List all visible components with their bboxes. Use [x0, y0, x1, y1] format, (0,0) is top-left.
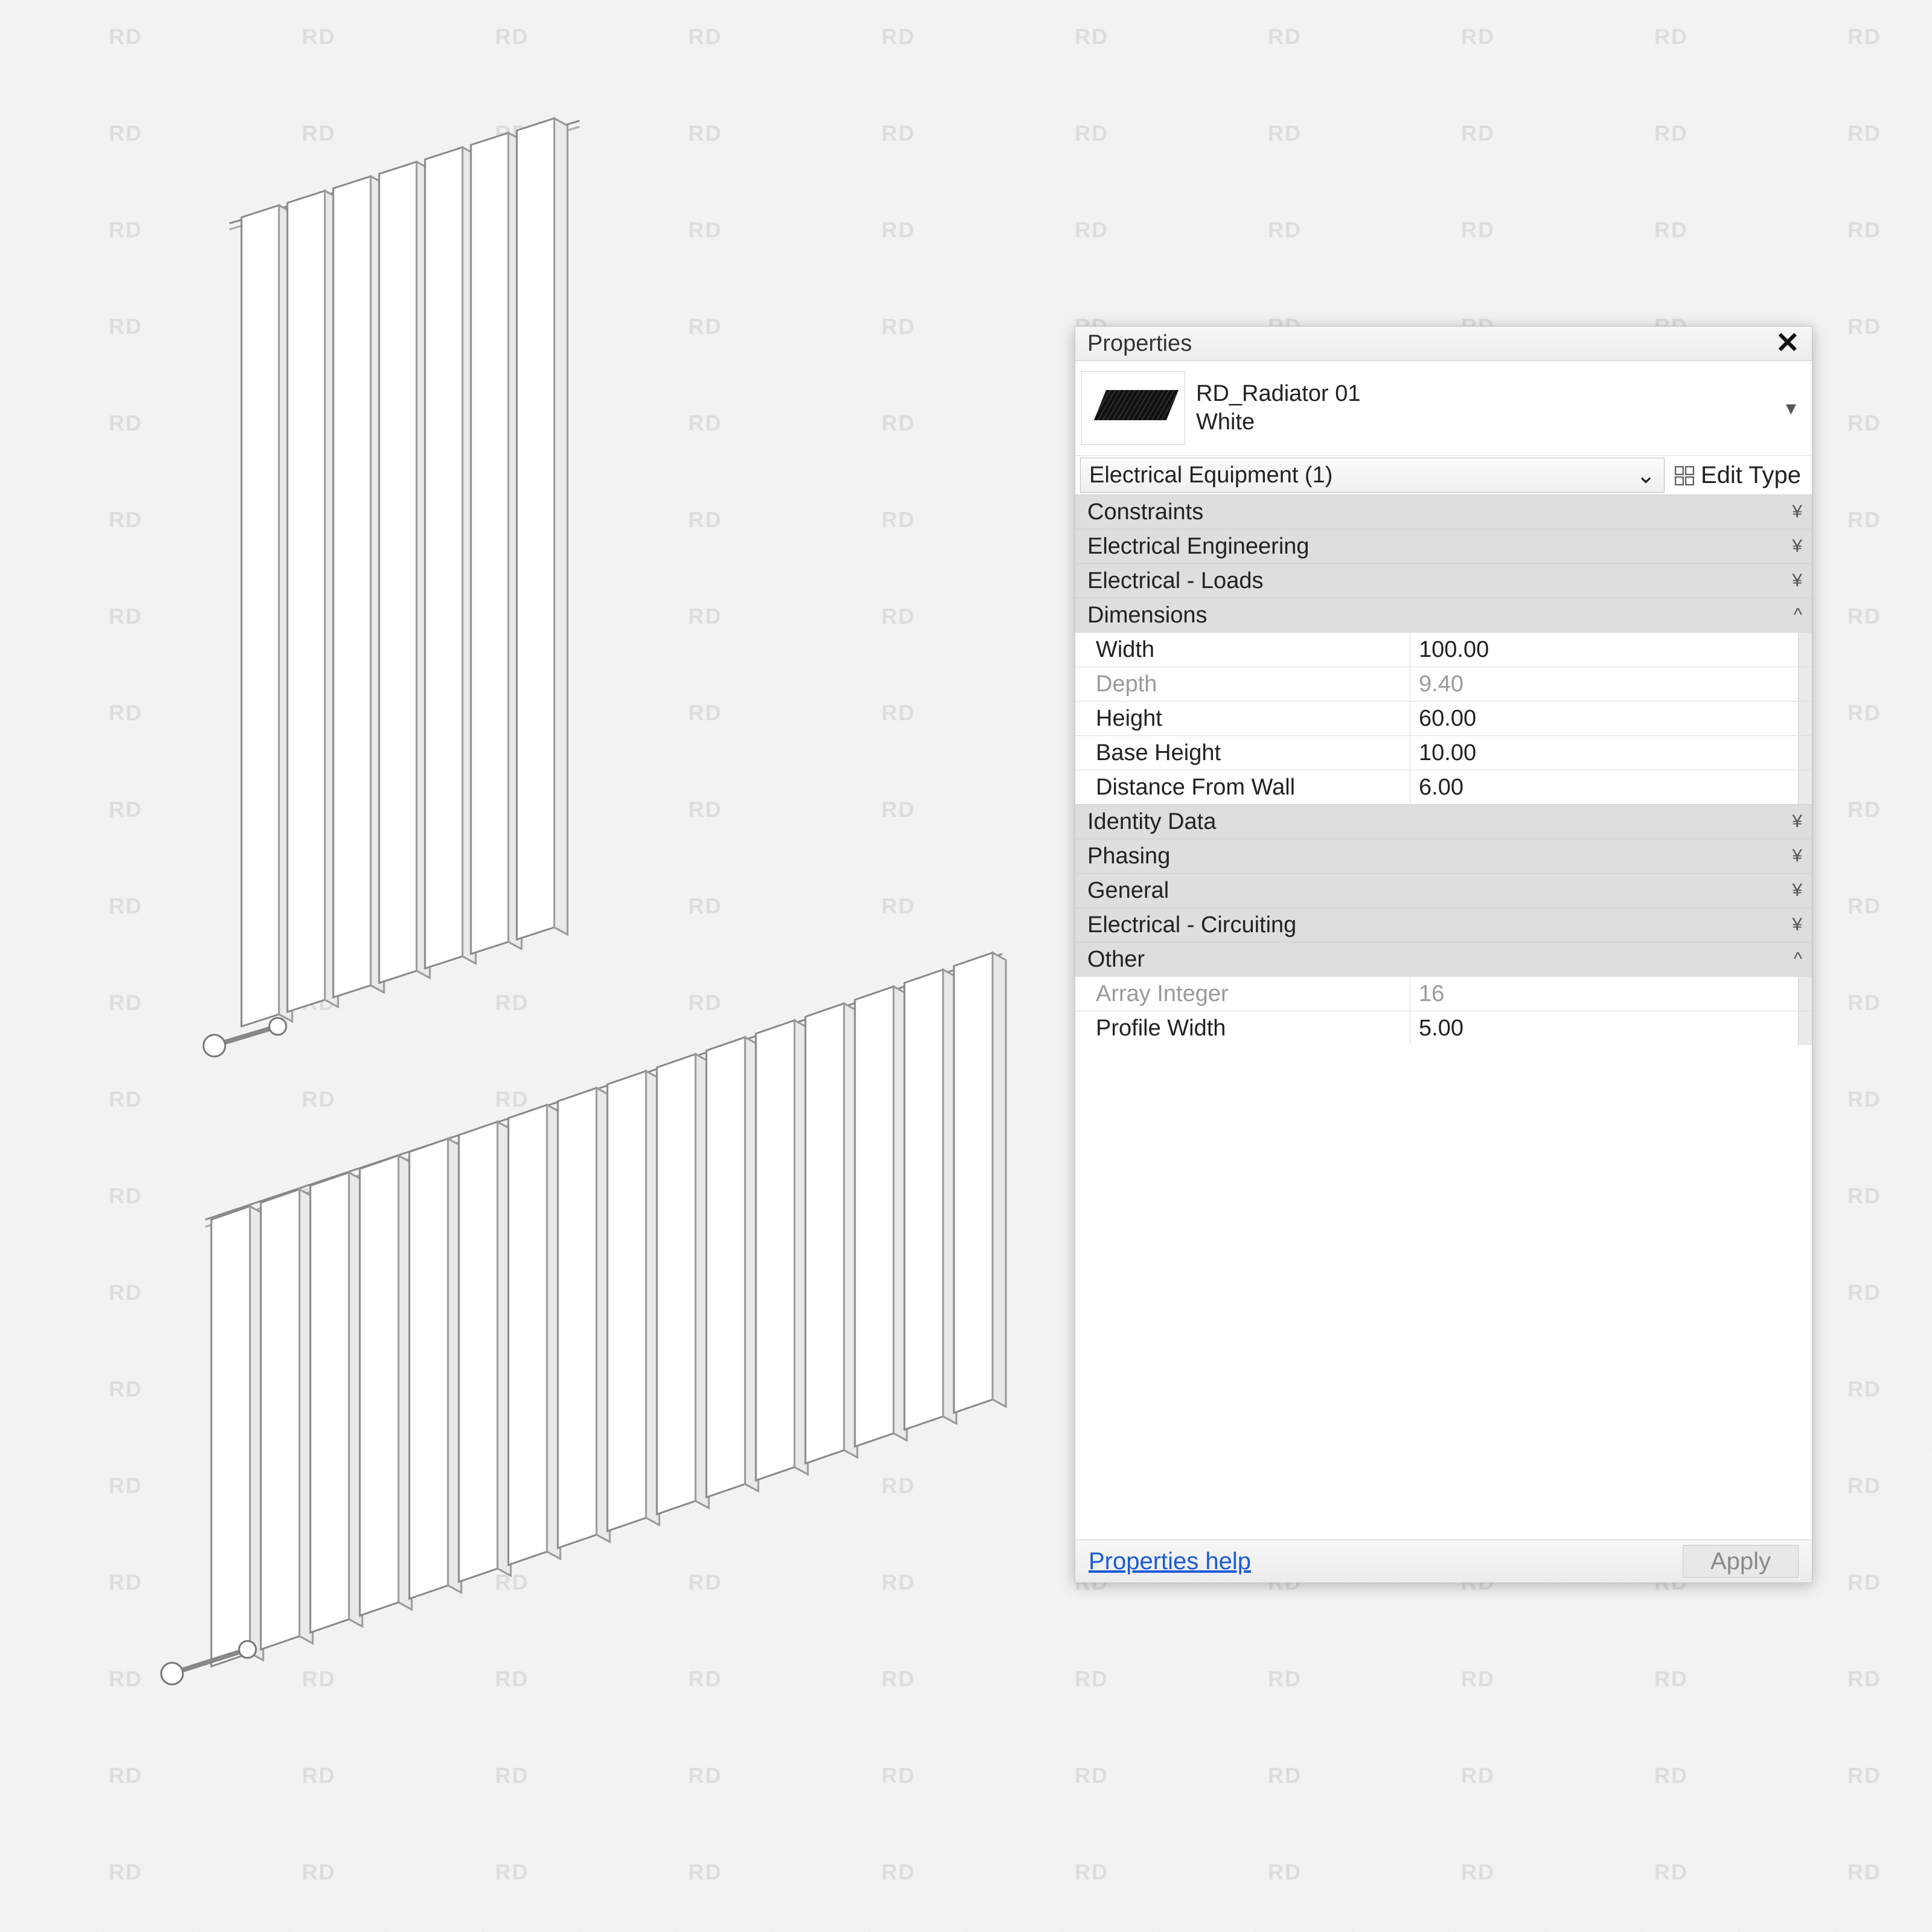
expand-icon: ¥ [1792, 880, 1802, 901]
app-stage: RDRDRDRDRDRDRDRDRDRDRDRDRDRDRDRDRDRDRDRD… [0, 0, 1932, 1932]
radiator-thumb-icon [1088, 384, 1179, 432]
group-header-electrical-loads[interactable]: Electrical - Loads¥ [1075, 563, 1812, 598]
group-header-phasing[interactable]: Phasing¥ [1075, 839, 1812, 873]
chevron-down-icon: ⌄ [1636, 462, 1655, 489]
type-thumbnail [1081, 371, 1185, 445]
category-filter-label: Electrical Equipment (1) [1089, 462, 1332, 488]
param-distance-from-wall[interactable]: Distance From Wall 6.00 [1075, 770, 1812, 804]
param-width[interactable]: Width 100.00 [1075, 632, 1812, 667]
apply-button[interactable]: Apply [1683, 1545, 1799, 1578]
group-header-constraints[interactable]: Constraints¥ [1075, 494, 1812, 529]
param-array-integer: Array Integer 16 [1075, 976, 1812, 1011]
group-header-other[interactable]: Other^ [1075, 942, 1812, 976]
param-profile-width-value[interactable]: 5.00 [1410, 1011, 1798, 1045]
edit-type-button[interactable]: Edit Type [1669, 462, 1812, 489]
param-depth: Depth 9.40 [1075, 667, 1812, 701]
param-width-value[interactable]: 100.00 [1410, 633, 1798, 667]
group-header-electrical-circuiting[interactable]: Electrical - Circuiting¥ [1075, 907, 1812, 942]
radiator-illustration-wide [121, 845, 1063, 1739]
type-names: RD_Radiator 01 White [1196, 381, 1769, 435]
expand-icon: ¥ [1792, 502, 1802, 522]
param-profile-width[interactable]: Profile Width 5.00 [1075, 1011, 1812, 1045]
chevron-down-icon[interactable]: ▾ [1780, 396, 1802, 420]
param-height[interactable]: Height 60.00 [1075, 701, 1812, 735]
type-selector[interactable]: RD_Radiator 01 White ▾ [1075, 361, 1812, 456]
type-name: White [1196, 409, 1769, 435]
panel-titlebar: Properties ✕ [1075, 327, 1812, 361]
family-name: RD_Radiator 01 [1196, 381, 1769, 407]
expand-icon: ¥ [1792, 915, 1802, 935]
properties-panel: Properties ✕ RD_Radiator 01 White ▾ Elec… [1075, 326, 1812, 1583]
instance-row: Electrical Equipment (1) ⌄ Edit Type [1075, 456, 1812, 494]
param-distance-from-wall-value[interactable]: 6.00 [1410, 770, 1798, 804]
close-icon[interactable]: ✕ [1771, 329, 1805, 358]
param-depth-value: 9.40 [1410, 667, 1798, 701]
group-header-dimensions[interactable]: Dimensions^ [1075, 598, 1812, 632]
expand-icon: ¥ [1792, 811, 1802, 832]
expand-icon: ¥ [1792, 846, 1802, 866]
expand-icon: ¥ [1792, 571, 1802, 591]
param-base-height-value[interactable]: 10.00 [1410, 736, 1798, 770]
collapse-icon: ^ [1794, 949, 1802, 970]
panel-title: Properties [1087, 331, 1192, 357]
group-header-electrical-engineering[interactable]: Electrical Engineering¥ [1075, 529, 1812, 563]
expand-icon: ¥ [1792, 536, 1802, 557]
properties-help-link[interactable]: Properties help [1089, 1548, 1251, 1575]
param-height-value[interactable]: 60.00 [1410, 702, 1798, 735]
group-header-identity-data[interactable]: Identity Data¥ [1075, 804, 1812, 839]
group-header-general[interactable]: General¥ [1075, 873, 1812, 907]
edit-type-icon [1674, 465, 1695, 485]
category-filter-select[interactable]: Electrical Equipment (1) ⌄ [1080, 458, 1665, 493]
param-base-height[interactable]: Base Height 10.00 [1075, 735, 1812, 770]
edit-type-label: Edit Type [1701, 462, 1801, 489]
param-array-integer-value: 16 [1410, 977, 1798, 1011]
collapse-icon: ^ [1794, 605, 1802, 625]
panel-footer: Properties help Apply [1075, 1540, 1812, 1582]
